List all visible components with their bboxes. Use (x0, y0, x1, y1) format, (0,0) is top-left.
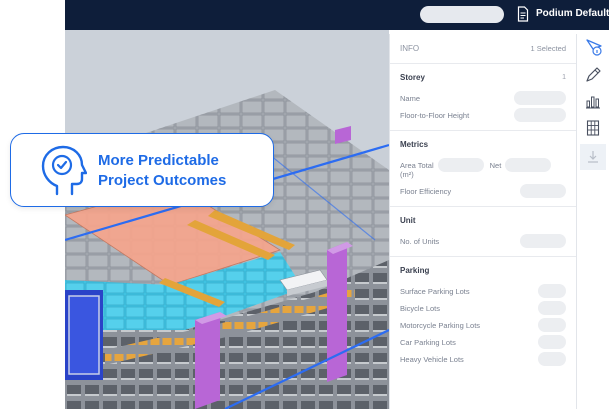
bicycle-lots-label: Bicycle Lots (400, 303, 441, 313)
storey-section: 1 Storey Name Floor-to-Floor Height (390, 64, 576, 131)
parking-section: Parking Surface Parking Lots Bicycle Lot… (390, 257, 576, 374)
motorcycle-lots-field[interactable] (538, 318, 566, 332)
storey-heading: Storey (400, 73, 425, 82)
units-field[interactable] (520, 234, 566, 248)
chart-icon[interactable] (584, 92, 602, 110)
grid-icon[interactable] (584, 119, 602, 137)
heavy-vehicle-label: Heavy Vehicle Lots (400, 354, 464, 364)
selection-count: 1 Selected (530, 44, 566, 53)
storey-count: 1 (562, 74, 566, 81)
unit-section: Unit No. of Units (390, 207, 576, 257)
area-total-label: Area Total (400, 160, 434, 170)
surface-parking-label: Surface Parking Lots (400, 286, 470, 296)
parking-row: Motorcycle Parking Lots (400, 317, 566, 333)
units-label: No. of Units (400, 236, 440, 246)
search-pill[interactable] (420, 6, 504, 23)
bicycle-lots-field[interactable] (538, 301, 566, 315)
info-icon[interactable] (584, 38, 602, 56)
parking-row: Surface Parking Lots (400, 283, 566, 299)
edit-icon[interactable] (584, 66, 602, 84)
floor-height-row: Floor-to-Floor Height (400, 107, 566, 123)
surface-parking-field[interactable] (538, 284, 566, 298)
motorcycle-lots-label: Motorcycle Parking Lots (400, 320, 481, 330)
units-row: No. of Units (400, 233, 566, 249)
storey-name-row: Name (400, 90, 566, 106)
floor-efficiency-row: Floor Efficiency (400, 183, 566, 199)
info-panel-title: INFO (400, 44, 420, 53)
document-icon (517, 6, 529, 22)
parking-heading: Parking (400, 266, 430, 275)
floor-efficiency-label: Floor Efficiency (400, 186, 452, 196)
metrics-heading: Metrics (400, 140, 429, 149)
parking-row: Car Parking Lots (400, 334, 566, 350)
car-parking-label: Car Parking Lots (400, 337, 456, 347)
metrics-section: Metrics Area Total Net (m²) Floor Effici… (390, 131, 576, 207)
floor-height-field[interactable] (514, 108, 566, 122)
floor-height-label: Floor-to-Floor Height (400, 110, 470, 120)
net-label: Net (489, 160, 502, 170)
storey-name-field[interactable] (514, 91, 566, 105)
info-panel-header: INFO 1 Selected (390, 34, 576, 64)
heavy-vehicle-field[interactable] (538, 352, 566, 366)
info-panel: INFO 1 Selected 1 Storey Name Floor-to-F… (389, 34, 577, 409)
3d-viewport[interactable] (65, 30, 389, 409)
net-area-field[interactable] (505, 158, 552, 172)
callout-line-1: More Predictable (98, 152, 219, 169)
head-check-icon (41, 145, 87, 196)
download-icon (588, 151, 598, 163)
top-bar: Podium Default (65, 0, 609, 30)
parking-row: Heavy Vehicle Lots (400, 351, 566, 367)
unit-heading: Unit (400, 216, 416, 225)
callout-line-2: Project Outcomes (98, 172, 227, 189)
project-name[interactable]: Podium Default (536, 8, 609, 19)
parking-row: Bicycle Lots (400, 300, 566, 316)
storey-name-label: Name (400, 93, 421, 103)
predictable-outcomes-callout: More Predictable Project Outcomes (10, 133, 274, 207)
area-total-field[interactable] (437, 158, 484, 172)
floor-efficiency-field[interactable] (520, 184, 566, 198)
download-button[interactable] (580, 144, 606, 170)
right-toolbar (577, 34, 609, 409)
car-parking-field[interactable] (538, 335, 566, 349)
building-model[interactable] (65, 30, 389, 409)
